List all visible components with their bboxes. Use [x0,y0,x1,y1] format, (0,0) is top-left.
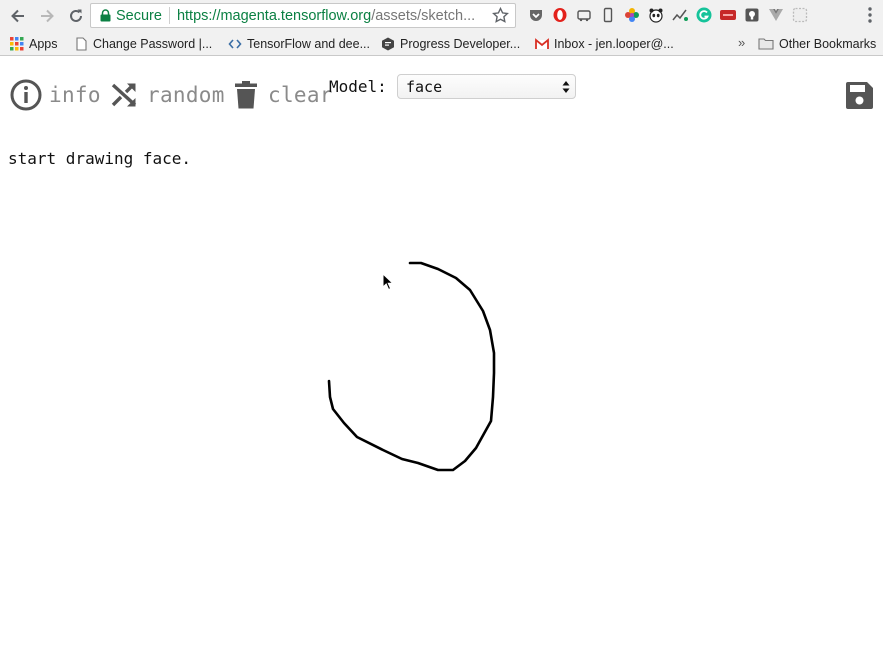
random-button[interactable]: random [110,81,225,109]
info-button[interactable]: info [10,79,101,111]
bookmarks-bar: Apps Change Password |... TensorFlow and… [0,31,883,56]
panda-extension[interactable] [644,3,668,27]
code-brackets-icon [228,38,242,49]
forward-button[interactable] [34,3,60,29]
info-icon [10,79,42,111]
apps-grid-icon [10,36,24,50]
bookmark-label: TensorFlow and dee... [247,36,370,51]
red-extension[interactable] [716,3,740,27]
model-select[interactable]: face [397,74,576,99]
hexagon-icon [382,37,394,50]
model-label: Model: [329,77,387,96]
page-icon [76,36,87,51]
device-extension[interactable] [596,3,620,27]
lock-icon [100,9,111,22]
clear-label: clear [268,83,333,107]
sketch-rnn-page: info random clear Model: face start draw… [0,57,883,661]
url-host: https://magenta.tensorflow.org [176,7,372,24]
color-extension[interactable] [620,3,644,27]
shuffle-icon [111,83,137,107]
select-arrows-icon [562,81,570,93]
bookmark-label: Progress Developer... [400,36,521,51]
status-message: start drawing face. [8,149,192,168]
bookmark-inbox[interactable]: Inbox - jen.looper@... [535,35,674,52]
reload-icon [70,9,82,22]
divider [168,7,170,24]
bookmark-label: Other Bookmarks [779,36,877,51]
bookmark-apps[interactable]: Apps [10,35,58,52]
red-badge-icon [720,10,736,20]
pocket-extension[interactable] [524,3,548,27]
address-bar[interactable]: Secure https://magenta.tensorflow.org/as… [90,3,516,28]
bookmark-star-icon[interactable] [492,7,509,24]
random-label: random [147,83,225,107]
opera-extension[interactable] [548,3,572,27]
grammarly-extension[interactable] [692,3,716,27]
graph-extension[interactable] [668,3,692,27]
trend-icon [672,9,688,21]
mouse-cursor-icon [382,273,394,291]
phone-icon [603,7,613,23]
drawing-canvas[interactable] [0,177,883,661]
grammarly-icon [696,7,712,23]
bookmark-label: Apps [29,36,58,51]
menu-dots-icon[interactable] [863,6,877,24]
save-floppy-icon[interactable] [845,81,874,110]
info-label: info [49,83,101,107]
bookmark-tensorflow[interactable]: TensorFlow and dee... [228,35,370,52]
folder-icon [758,37,774,50]
cast-extension[interactable] [572,3,596,27]
trash-icon [235,81,257,109]
color-wheel-icon [625,8,639,22]
bookmark-progress[interactable]: Progress Developer... [381,35,520,52]
pocket-icon [530,10,542,21]
bulb-extension[interactable] [740,3,764,27]
model-selected-value: face [406,77,443,96]
url-path: /assets/sketch... [371,7,476,24]
browser-toolbar: Secure https://magenta.tensorflow.org/as… [0,0,883,31]
forward-arrow-icon [41,9,54,22]
bookmark-change-password[interactable]: Change Password |... [74,35,212,52]
lightbulb-icon [745,8,759,22]
bookmark-other[interactable]: Other Bookmarks [758,35,876,52]
bookmarks-overflow-button[interactable]: » [738,35,745,50]
bus-icon [577,10,591,22]
extensions-area [524,3,812,27]
secure-label: Secure [116,7,162,24]
opera-icon [553,8,567,22]
panda-icon [649,8,663,23]
clear-button[interactable]: clear [234,81,333,109]
dotted-extension[interactable] [788,3,812,27]
bookmark-label: Inbox - jen.looper@... [554,36,674,51]
back-button[interactable] [5,3,31,29]
vue-icon [769,9,783,21]
dotted-square-icon [792,7,808,23]
reload-button[interactable] [63,3,89,29]
user-stroke [327,261,496,472]
gmail-icon [535,37,549,49]
back-arrow-icon [11,9,24,22]
bookmark-label: Change Password |... [93,36,213,51]
vue-extension[interactable] [764,3,788,27]
